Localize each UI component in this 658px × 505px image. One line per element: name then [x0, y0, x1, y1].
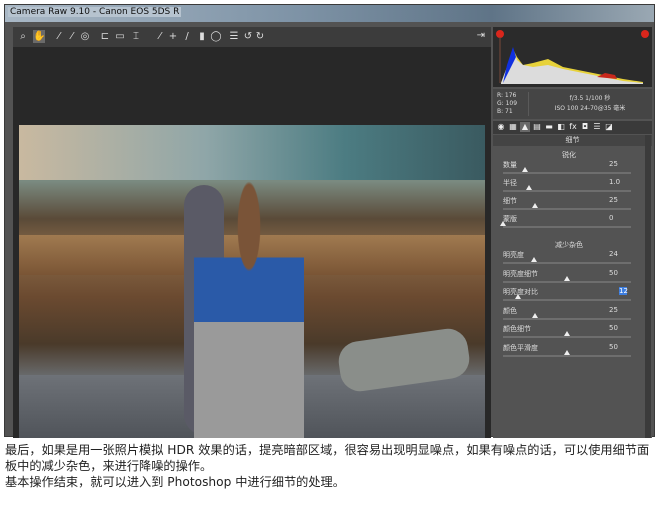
transform-icon[interactable]: ⌶	[130, 30, 142, 43]
toggle-fullscreen-icon[interactable]: ⇥	[477, 30, 485, 41]
panel-tab-0-icon[interactable]: ◉	[496, 122, 506, 132]
presets-list-icon[interactable]: ☰	[228, 30, 240, 43]
slider-label: 细节	[503, 197, 517, 205]
slider-thumb[interactable]	[564, 275, 570, 281]
panel-tab-4-icon[interactable]: ▬	[544, 122, 554, 132]
slider-thumb[interactable]	[515, 294, 522, 299]
slider-row: 明亮度 24	[503, 250, 643, 270]
crop-icon[interactable]: ⊏	[99, 30, 111, 43]
rgb-b: B: 71	[497, 108, 513, 115]
slider-track[interactable]	[503, 299, 631, 301]
photo	[19, 125, 485, 438]
scrollbar[interactable]	[645, 135, 651, 438]
slider-thumb[interactable]	[521, 167, 528, 172]
panel-title: 细节	[493, 135, 652, 146]
slider-value-input[interactable]: 50	[609, 324, 627, 332]
slider-value-input[interactable]: 25	[609, 160, 627, 168]
slider-value-input[interactable]: 25	[609, 196, 627, 204]
caption-line-1: 最后，如果是用一张照片模拟 HDR 效果的话，提亮暗部区域，很容易出现明显噪点，…	[5, 443, 650, 473]
slider-thumb[interactable]	[530, 257, 537, 262]
panel-tab-7-icon[interactable]: ◘	[580, 122, 590, 132]
slider-value-input[interactable]: 0	[609, 214, 627, 222]
graduated-filter-icon[interactable]: ▮	[196, 30, 208, 43]
iso-lens-info: ISO 100 24-70@35 毫米	[554, 105, 626, 112]
panel-tabs: ◉ ▦ ▲ ▤ ▬ ◧ fx ◘ ☰ ◪	[493, 121, 652, 134]
panel-tab-9-icon[interactable]: ◪	[604, 122, 614, 132]
rotate-left-icon[interactable]: ↺	[242, 30, 254, 43]
slider-label: 颜色平滑度	[503, 343, 538, 352]
slider-row: 颜色细节 50	[503, 324, 643, 344]
slider-value-input[interactable]: 12	[619, 287, 628, 295]
sharpening-heading: 锐化	[562, 151, 576, 159]
radial-filter-icon[interactable]: ◯	[210, 30, 222, 43]
slider-thumb[interactable]	[564, 331, 570, 336]
zoom-icon[interactable]: ⌕	[17, 30, 29, 43]
panel-tab-3-icon[interactable]: ▤	[532, 122, 542, 132]
slider-row: 半径 1.0	[503, 178, 643, 198]
slider-track[interactable]	[503, 190, 631, 192]
slider-thumb[interactable]	[564, 349, 570, 355]
rotate-right-icon[interactable]: ↻	[254, 30, 266, 43]
slider-label: 数量	[503, 161, 517, 169]
title-bar: Camera Raw 9.10 - Canon EOS 5DS R	[5, 5, 654, 22]
slider-row: 颜色 25	[503, 306, 643, 326]
slider-label: 颜色	[503, 306, 517, 315]
image-preview[interactable]	[13, 47, 491, 438]
caption: 最后，如果是用一张照片模拟 HDR 效果的话，提亮暗部区域，很容易出现明显噪点，…	[5, 442, 655, 490]
panel-tab-5-icon[interactable]: ◧	[556, 122, 566, 132]
slider-track[interactable]	[503, 280, 631, 283]
camera-info: R: 176 G: 109 B: 71 f/3.5 1/100 秒 ISO 100 2…	[493, 89, 652, 119]
slider-thumb[interactable]	[525, 185, 532, 190]
slider-row: 明亮度对比 12	[503, 287, 643, 307]
histogram	[493, 27, 652, 87]
exposure-info: f/3.5 1/100 秒	[569, 95, 611, 102]
caption-line-2: 基本操作结束，就可以进入到 Photoshop 中进行细节的处理。	[5, 475, 345, 489]
slider-row: 蒙版 0	[500, 214, 643, 234]
rgb-g: G: 109	[497, 100, 518, 107]
window-title: Camera Raw 9.10 - Canon EOS 5DS R	[8, 7, 182, 17]
slider-track[interactable]	[503, 208, 631, 210]
panel-tab-8-icon[interactable]: ☰	[592, 122, 602, 132]
slider-value-input[interactable]: 50	[609, 269, 627, 277]
hand-icon[interactable]: ✋	[33, 30, 45, 43]
white-balance-icon[interactable]: ⁄	[53, 30, 65, 43]
panel-tab-6-icon[interactable]: fx	[568, 122, 578, 132]
slider-row: 颜色平滑度 50	[503, 343, 643, 363]
slider-track[interactable]	[503, 262, 631, 264]
slider-track[interactable]	[503, 354, 631, 357]
adjustment-brush-icon[interactable]: /	[181, 30, 193, 43]
slider-value-input[interactable]: 25	[609, 306, 627, 314]
camera-raw-window: Camera Raw 9.10 - Canon EOS 5DS R ⇥ ⌕ ✋ ⁄ ⁄…	[4, 4, 655, 438]
slider-track[interactable]	[503, 172, 631, 174]
slider-value-input[interactable]: 50	[609, 343, 627, 351]
target-adjust-icon[interactable]: ◎	[79, 30, 91, 43]
panel-tab-1-icon[interactable]: ▦	[508, 122, 518, 132]
slider-value-input[interactable]: 24	[609, 250, 627, 258]
slider-thumb[interactable]	[500, 221, 506, 226]
toolbar: ⇥ ⌕ ✋ ⁄ ⁄ ◎ ⊏ ▭ ⌶ ⁄ + / ▮ ◯ ☰ ↺ ↻	[13, 27, 491, 47]
slider-row: 细节 25	[503, 196, 643, 216]
slider-thumb[interactable]	[532, 203, 538, 208]
slider-track[interactable]	[503, 317, 631, 320]
slider-row: 数量 25	[503, 160, 643, 180]
slider-value-input[interactable]: 1.0	[609, 178, 627, 186]
slider-thumb[interactable]	[532, 312, 538, 318]
red-eye-icon[interactable]: +	[167, 30, 179, 43]
slider-row: 明亮度细节 50	[503, 269, 643, 289]
rgb-r: R: 176	[497, 92, 517, 99]
straighten-icon[interactable]: ▭	[114, 30, 126, 43]
slider-track[interactable]	[503, 336, 631, 338]
color-sampler-icon[interactable]: ⁄	[66, 30, 78, 43]
spot-removal-icon[interactable]: ⁄	[154, 30, 166, 43]
right-panel: R: 176 G: 109 B: 71 f/3.5 1/100 秒 ISO 100 2…	[493, 27, 652, 438]
slider-label: 明亮度	[503, 251, 524, 259]
noise-reduction-heading: 减少杂色	[555, 241, 583, 249]
slider-label: 半径	[503, 179, 517, 187]
panel-tab-2-icon[interactable]: ▲	[520, 122, 530, 132]
slider-track[interactable]	[503, 226, 631, 228]
slider-label: 颜色细节	[503, 325, 531, 333]
slider-label: 明亮度细节	[503, 269, 538, 278]
